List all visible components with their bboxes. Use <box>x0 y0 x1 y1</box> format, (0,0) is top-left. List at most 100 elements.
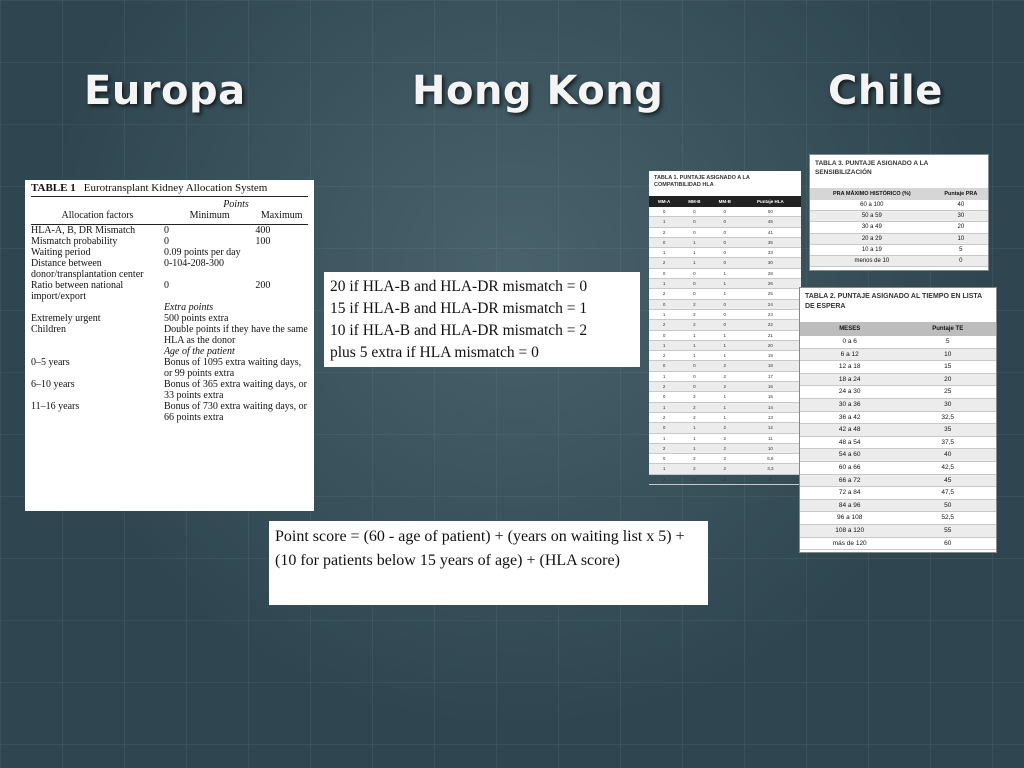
table-row: 30 a 49 20 <box>810 221 988 234</box>
table-cell: 30 <box>933 210 988 223</box>
table-cell: 1 <box>709 350 740 362</box>
table-cell: 2 <box>709 371 740 383</box>
table-cell: 6,6 <box>739 453 801 465</box>
factor-cell: Extremely urgent <box>31 313 101 324</box>
max-cell <box>255 247 308 258</box>
table-cell: 1 <box>709 278 740 290</box>
table-cell: 12 a 18 <box>800 360 900 374</box>
table-row: 0 0 2 18 <box>649 360 801 372</box>
table-cell: 0 <box>679 227 710 238</box>
table-row: 12 a 18 15 <box>800 360 996 374</box>
table-cell: 14 <box>739 402 801 413</box>
table-row: 0 2 2 6,6 <box>649 453 801 465</box>
table-row: 1 0 0 45 <box>649 216 801 228</box>
table-row: 0 1 0 35 <box>649 237 801 249</box>
tabla1-title: TABLA 1. PUNTAJE ASIGNADO A LA COMPATIBI… <box>654 175 750 188</box>
table-row: Distance between donor/transplantation c… <box>31 258 308 280</box>
table-cell: 55 <box>899 524 996 538</box>
table-row: más de 120 60 <box>800 537 996 551</box>
chile-tabla-3: TABLA 3. PUNTAJE ASIGNADO A LA SENSIBILI… <box>809 154 989 271</box>
max-cell <box>255 258 308 280</box>
table-cell: 2 <box>709 422 740 434</box>
table-cell: 2 <box>649 474 680 486</box>
table-cell: 50 <box>899 499 996 513</box>
table-cell: 20 <box>899 373 996 387</box>
table-row: 108 a 120 55 <box>800 524 996 538</box>
table-cell: menos de 10 <box>810 255 934 268</box>
table-cell: 0 <box>679 371 710 383</box>
table-cell: 24 a 30 <box>800 385 900 399</box>
table-cell: 1 <box>649 247 680 259</box>
table-cell: 30 a 36 <box>800 398 900 412</box>
table-cell: 1 <box>649 371 680 383</box>
table-cell: 15 <box>739 391 801 403</box>
table-cell: 42,5 <box>899 461 996 475</box>
table-cell: 40 <box>933 200 988 212</box>
table-row: 0 1 2 12 <box>649 422 801 434</box>
table-cell: 0 <box>709 207 740 218</box>
column-header: Puntaje PRA <box>933 188 988 200</box>
min-cell: 0 <box>163 236 169 247</box>
table-cell: 48 a 54 <box>800 436 900 450</box>
col-max-header: Maximum <box>260 210 303 221</box>
table-row: 42 a 48 35 <box>800 423 996 437</box>
table-row: HLA-A, B, DR Mismatch 0 400 <box>31 225 308 237</box>
factor-cell: Mismatch probability <box>31 236 118 247</box>
factor-cell: Waiting period <box>31 247 91 258</box>
age-header: Age of the patient <box>163 346 235 357</box>
table-cell: 52,5 <box>899 511 996 525</box>
table-cell: 2 <box>709 474 740 486</box>
table-cell: 0 <box>679 216 710 228</box>
table-cell: 0 <box>649 330 680 341</box>
table-cell: 12 <box>739 422 801 434</box>
euro-table-title: TABLE 1 <box>31 182 76 194</box>
table-cell: 6 a 12 <box>800 348 900 362</box>
table-cell: 0 <box>709 257 740 269</box>
hongkong-formula: Point score = (60 - age of patient) + (y… <box>269 521 708 605</box>
table-cell: 1 <box>679 340 710 352</box>
table-cell: 13 <box>739 412 801 424</box>
table-row: 2 1 1 19 <box>649 350 801 362</box>
extra-points-header: Extra points <box>163 302 214 313</box>
table-cell: 1 <box>679 422 710 434</box>
value-cell: 500 points extra <box>163 313 229 324</box>
table-cell: 0 <box>649 299 680 310</box>
min-cell: 0.09 points per day <box>163 247 241 258</box>
table-cell: 21 <box>739 330 801 341</box>
table-cell: 1 <box>709 268 740 280</box>
table-cell: 2 <box>709 433 740 444</box>
min-cell: 0 <box>163 280 169 291</box>
table-cell: 1 <box>649 402 680 413</box>
table-cell: 0 <box>933 255 988 268</box>
column-header: MM-B <box>709 196 740 207</box>
table-row: Extremely urgent 500 points extra <box>31 313 308 324</box>
table-cell: 33 <box>739 247 801 259</box>
table-cell: 0 <box>649 207 680 218</box>
table-row: 1 2 1 14 <box>649 402 801 413</box>
col-min-header: Minimum <box>189 210 230 221</box>
table-cell: 1 <box>709 402 740 413</box>
table-row: 1 0 1 26 <box>649 278 801 290</box>
table-cell: 35 <box>899 423 996 437</box>
table-cell: 3,3 <box>739 463 801 475</box>
table-row: 6 a 12 10 <box>800 348 996 362</box>
factor-cell: Distance between donor/transplantation c… <box>31 258 144 280</box>
table-cell: 60 <box>899 537 996 551</box>
table-cell: 0 <box>679 381 710 393</box>
eurotransplant-table: TABLE 1 Eurotransplant Kidney Allocation … <box>25 180 314 511</box>
table-cell: 20 <box>739 340 801 352</box>
table-row: 0 0 0 50 <box>649 207 801 218</box>
table-row: 30 a 36 30 <box>800 398 996 412</box>
table-row: 2220 <box>649 474 801 486</box>
table-cell: 18 a 24 <box>800 373 900 387</box>
hongkong-hla-score: 20 if HLA-B and HLA-DR mismatch = 0 15 i… <box>324 272 640 367</box>
max-cell: 100 <box>255 236 271 247</box>
table-row: 50 a 59 30 <box>810 210 988 223</box>
table-cell: 45 <box>899 474 996 488</box>
table-row: 1 2 2 3,3 <box>649 463 801 475</box>
table-row: 0 2 0 24 <box>649 299 801 310</box>
table-cell: 37,5 <box>899 436 996 450</box>
table-cell: 1 <box>649 309 680 321</box>
table-cell: 60 a 66 <box>800 461 900 475</box>
table-row: 0 a 65 <box>800 336 996 349</box>
